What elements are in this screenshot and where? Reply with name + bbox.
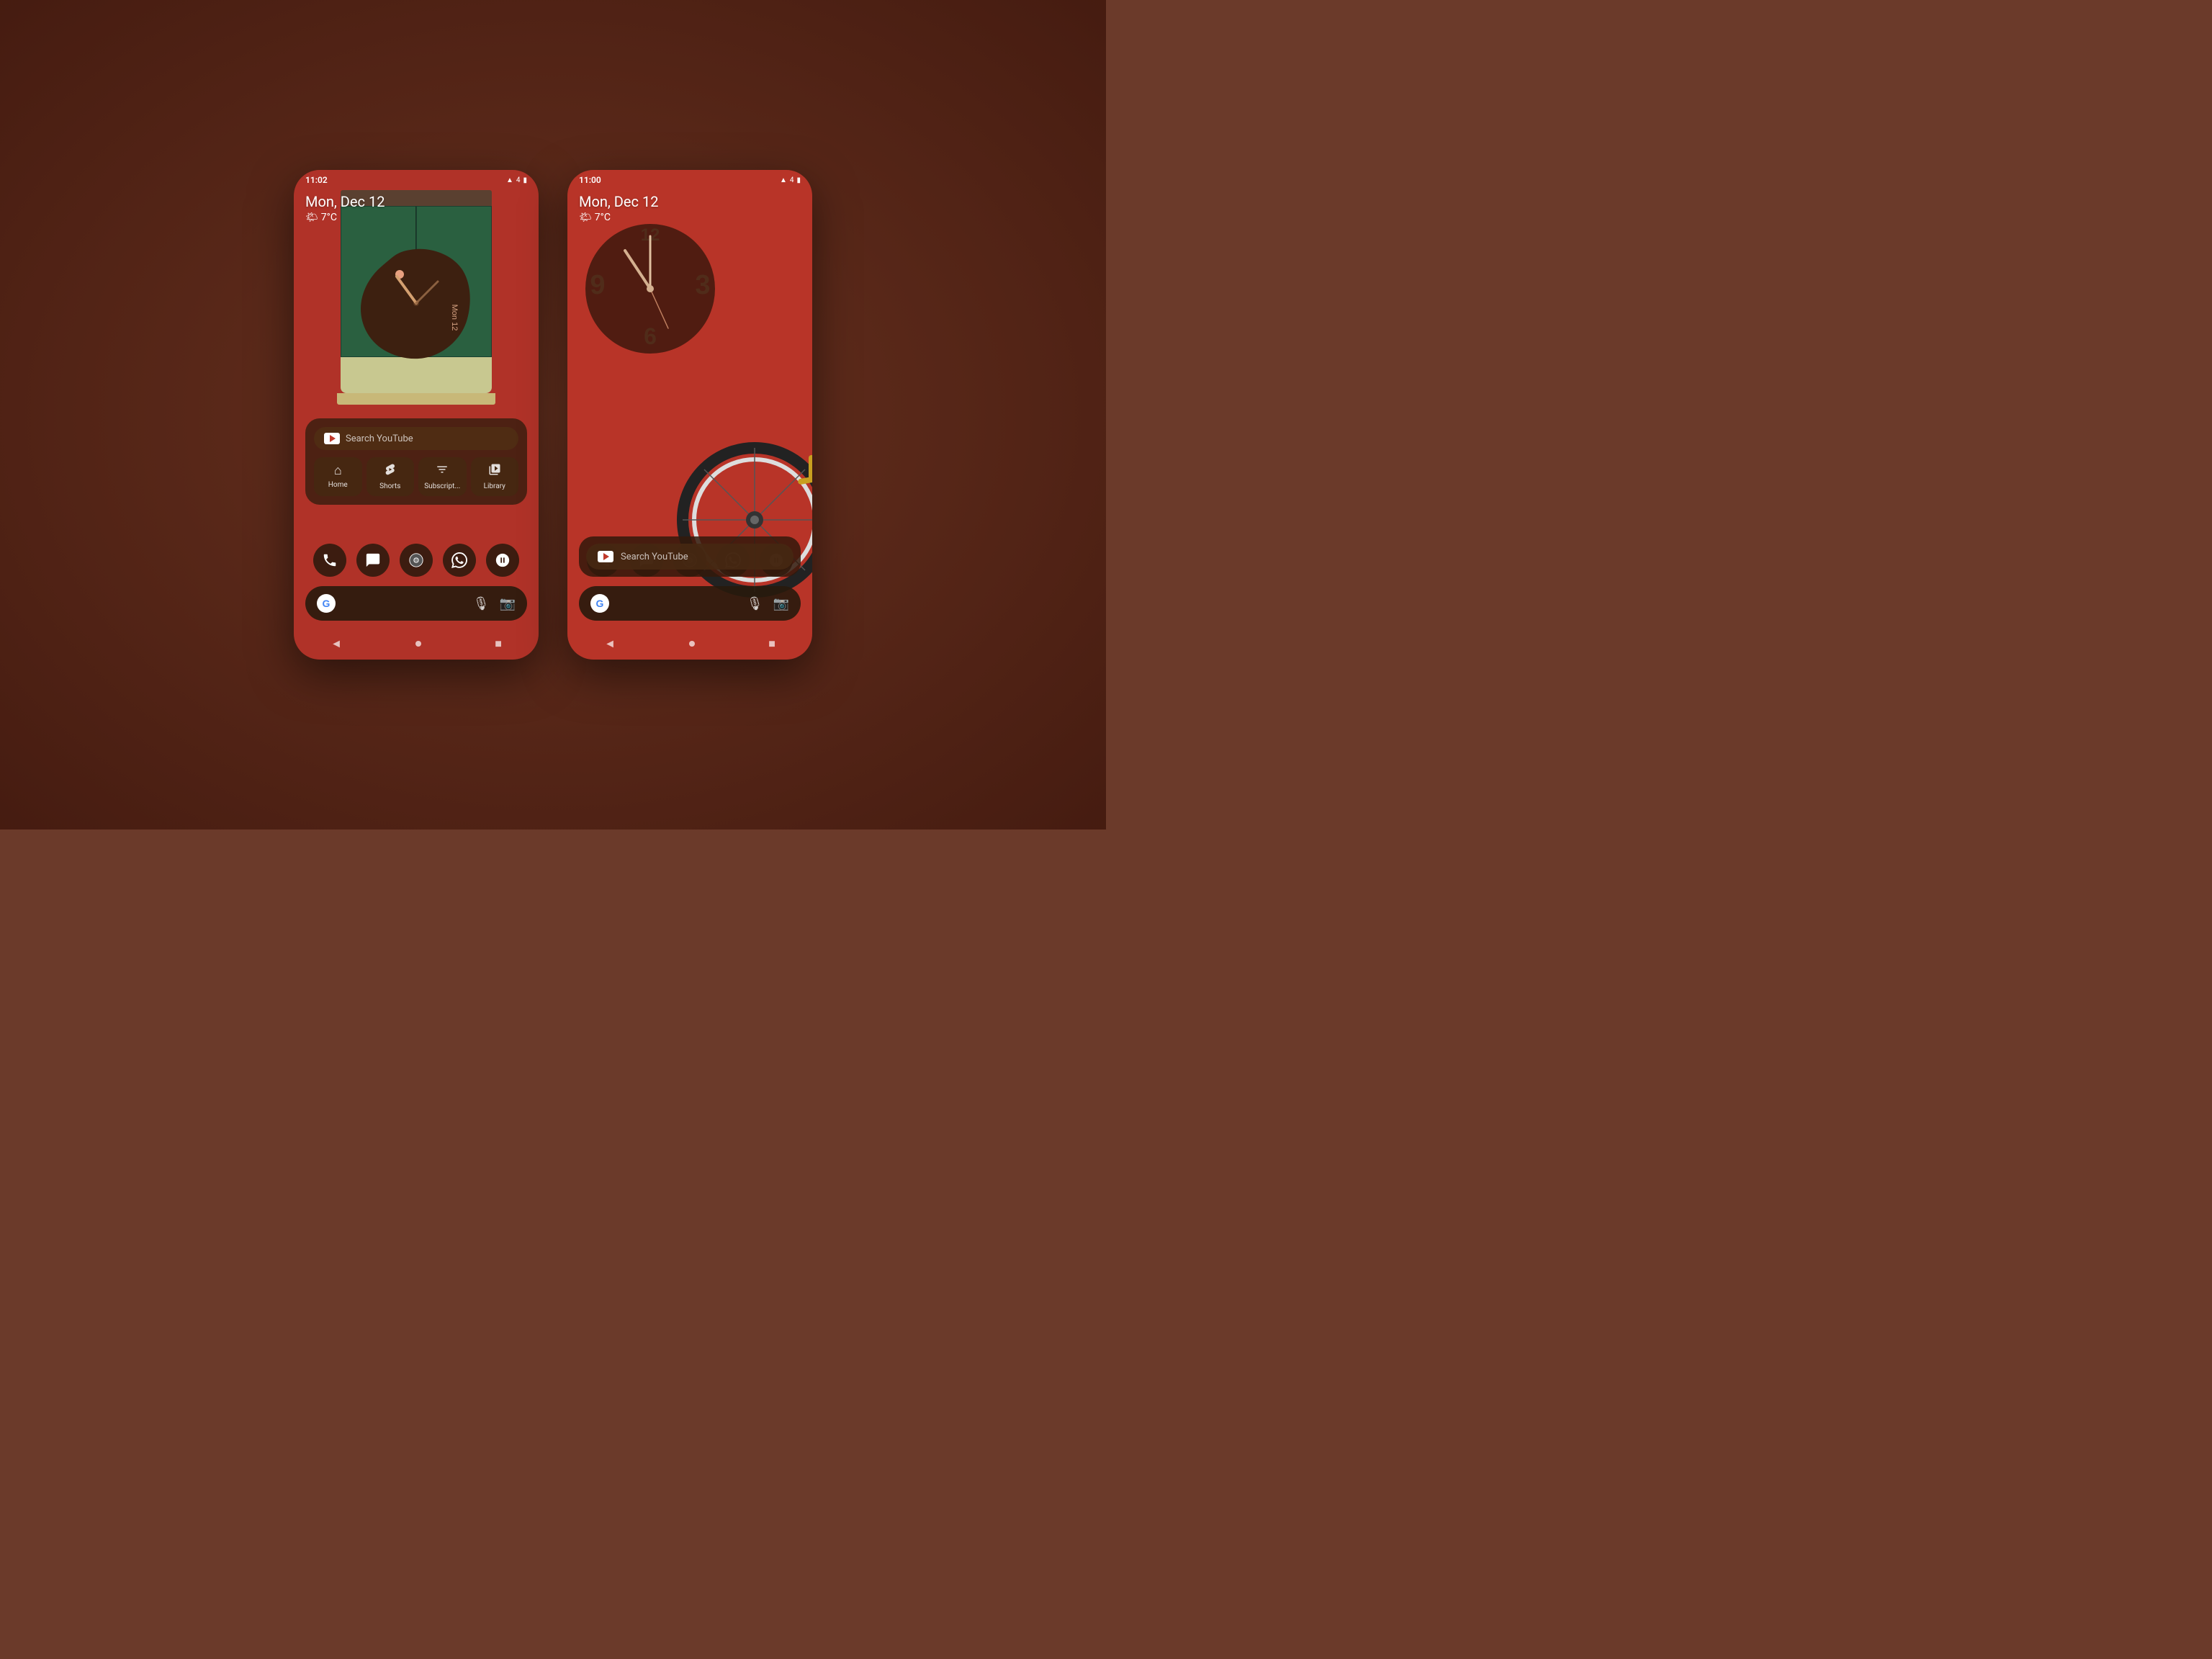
signal-icon-2: ▲ bbox=[780, 176, 787, 184]
signal-icon-1: ▲ bbox=[506, 176, 513, 184]
youtube-search-bar-1[interactable]: Search YouTube bbox=[314, 427, 518, 450]
youtube-widget-2[interactable]: Search YouTube bbox=[579, 536, 801, 577]
clock-widget-1: Mon 12 bbox=[355, 242, 477, 367]
home-icon-1: ⌂ bbox=[334, 463, 342, 478]
nav-bar-2: ◄ ■ bbox=[567, 637, 812, 651]
home-button-2[interactable] bbox=[689, 641, 695, 647]
nav-bar-1: ◄ ■ bbox=[294, 637, 539, 651]
bottom-bar-icons-1: 🎙 📷 bbox=[473, 596, 516, 611]
yt-nav-subscriptions-1[interactable]: Subscript... bbox=[418, 457, 467, 496]
home-button-1[interactable] bbox=[415, 641, 421, 647]
svg-text:9: 9 bbox=[590, 270, 605, 300]
youtube-play-icon-1 bbox=[330, 435, 336, 442]
shorts-icon-1 bbox=[384, 463, 397, 480]
status-icons-2: ▲ 4 ▮ bbox=[780, 176, 801, 184]
dock-chrome-1[interactable] bbox=[400, 544, 433, 577]
bottom-bar-icons-2: 🎙 📷 bbox=[747, 596, 789, 611]
clock-face-svg: 12 3 6 9 bbox=[582, 220, 719, 357]
status-time-1: 11:02 bbox=[305, 175, 328, 185]
clock-svg-1: Mon 12 bbox=[355, 242, 477, 364]
camera-icon-2[interactable]: 📷 bbox=[773, 596, 789, 611]
phone-1-container: 11:02 ▲ 4 ▮ Mon, Dec 12 🌤 7°C bbox=[294, 170, 539, 660]
youtube-nav-grid-1: ⌂ Home Shorts Subscript... bbox=[314, 457, 518, 496]
status-bar-2: 11:00 ▲ 4 ▮ bbox=[567, 170, 812, 190]
yt-nav-library-1[interactable]: Library bbox=[471, 457, 519, 496]
google-search-bar-1[interactable]: G 🎙 📷 bbox=[305, 586, 527, 621]
youtube-play-icon-2 bbox=[603, 553, 609, 560]
weather-icon-1: 🌤 bbox=[305, 212, 318, 223]
phone-1: 11:02 ▲ 4 ▮ Mon, Dec 12 🌤 7°C bbox=[294, 170, 539, 660]
window-sill bbox=[337, 393, 495, 405]
status-bar-1: 11:02 ▲ 4 ▮ bbox=[294, 170, 539, 190]
bike-wheel-2 bbox=[675, 441, 812, 602]
google-logo-2: G bbox=[590, 594, 609, 613]
status-time-2: 11:00 bbox=[579, 175, 601, 185]
back-button-2[interactable]: ◄ bbox=[604, 637, 616, 651]
yt-subscriptions-label-1: Subscript... bbox=[424, 482, 460, 490]
subscriptions-icon-1 bbox=[436, 463, 449, 480]
svg-text:3: 3 bbox=[695, 270, 710, 300]
youtube-search-bar-2[interactable]: Search YouTube bbox=[586, 544, 793, 570]
youtube-search-text-2[interactable]: Search YouTube bbox=[621, 552, 688, 562]
weather-date-2: Mon, Dec 12 bbox=[579, 193, 658, 210]
dock-whatsapp-1[interactable] bbox=[443, 544, 476, 577]
weather-temp-1: 🌤 7°C bbox=[305, 212, 385, 223]
dock-pinwheel-1[interactable] bbox=[486, 544, 519, 577]
youtube-widget-1[interactable]: Search YouTube ⌂ Home Shorts bbox=[305, 418, 527, 505]
battery-icon-2: ▮ bbox=[796, 176, 801, 184]
youtube-logo-1 bbox=[324, 433, 340, 444]
google-search-bar-2[interactable]: G 🎙 📷 bbox=[579, 586, 801, 621]
youtube-search-text-1[interactable]: Search YouTube bbox=[346, 433, 413, 444]
weather-widget-2: Mon, Dec 12 🌤 7°C bbox=[579, 193, 658, 223]
yt-shorts-label-1: Shorts bbox=[379, 482, 400, 490]
back-button-1[interactable]: ◄ bbox=[331, 637, 342, 651]
mic-icon-1[interactable]: 🎙 bbox=[473, 596, 490, 611]
weather-widget-1: Mon, Dec 12 🌤 7°C bbox=[305, 193, 385, 223]
phone-2-container: 11:00 ▲ 4 ▮ Mon, Dec 12 🌤 7°C 12 3 bbox=[567, 170, 812, 660]
recents-button-1[interactable]: ■ bbox=[495, 637, 502, 651]
network-icon-1: 4 bbox=[516, 176, 521, 184]
svg-text:Mon 12: Mon 12 bbox=[450, 305, 459, 331]
camera-icon-1[interactable]: 📷 bbox=[500, 596, 516, 611]
dock-messages-1[interactable] bbox=[356, 544, 390, 577]
yt-home-label-1: Home bbox=[328, 481, 348, 489]
weather-date-1: Mon, Dec 12 bbox=[305, 193, 385, 210]
battery-icon-1: ▮ bbox=[523, 176, 527, 184]
youtube-logo-2 bbox=[598, 551, 613, 562]
mic-icon-2[interactable]: 🎙 bbox=[747, 596, 763, 611]
library-icon-1 bbox=[488, 463, 501, 480]
yt-library-label-1: Library bbox=[484, 482, 505, 490]
clock-widget-2: 12 3 6 9 bbox=[582, 220, 719, 360]
phone-2: 11:00 ▲ 4 ▮ Mon, Dec 12 🌤 7°C 12 3 bbox=[567, 170, 812, 660]
yt-nav-home-1[interactable]: ⌂ Home bbox=[314, 457, 362, 496]
dock-phone-1[interactable] bbox=[313, 544, 346, 577]
recents-button-2[interactable]: ■ bbox=[768, 637, 775, 651]
svg-text:6: 6 bbox=[644, 323, 657, 349]
network-icon-2: 4 bbox=[790, 176, 794, 184]
yt-nav-shorts-1[interactable]: Shorts bbox=[367, 457, 415, 496]
status-icons-1: ▲ 4 ▮ bbox=[506, 176, 527, 184]
temperature-1: 7°C bbox=[321, 212, 337, 223]
google-logo-1: G bbox=[317, 594, 336, 613]
dock-apps-1 bbox=[294, 544, 539, 577]
